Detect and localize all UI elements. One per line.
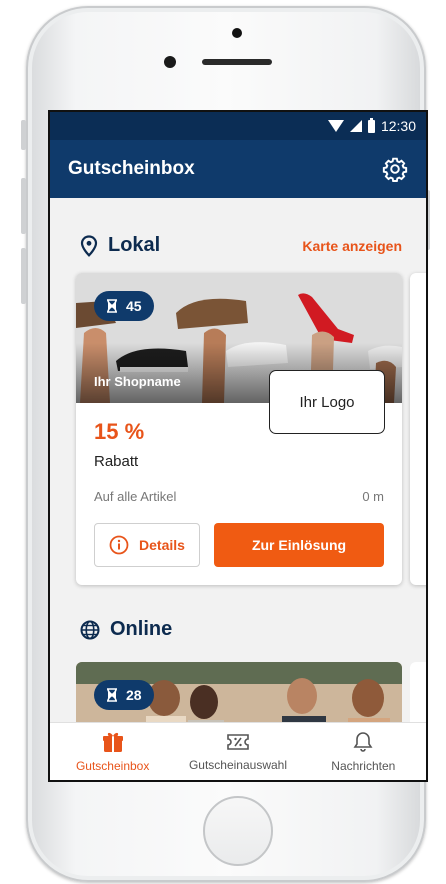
app-title: Gutscheinbox <box>68 158 195 179</box>
bell-icon <box>353 731 373 752</box>
proximity-sensor <box>164 56 176 68</box>
nav-gutscheinauswahl[interactable]: Gutscheinauswahl <box>175 723 300 780</box>
location-pin-icon <box>80 234 98 257</box>
details-label: Details <box>139 537 185 553</box>
volume-down-button <box>21 248 26 304</box>
battery-icon <box>367 117 375 133</box>
hourglass-icon <box>107 688 117 702</box>
redeem-label: Zur Einlösung <box>251 537 347 553</box>
voucher-scope: Auf alle Artikel <box>94 489 177 504</box>
logo-text: Ihr Logo <box>299 393 355 411</box>
details-button[interactable]: Details <box>94 523 200 567</box>
online-section-title: Online <box>110 618 173 640</box>
online-section-header: Online <box>50 618 426 641</box>
front-camera <box>232 28 242 38</box>
shop-logo-placeholder: Ihr Logo <box>269 370 385 434</box>
mute-switch <box>21 120 26 150</box>
online-section: Online 28 <box>50 618 426 724</box>
settings-gear-icon[interactable] <box>382 156 408 182</box>
hourglass-icon <box>107 299 117 313</box>
discount-label: Rabatt <box>94 453 139 470</box>
earpiece-speaker <box>202 59 272 65</box>
wifi-icon <box>327 120 344 132</box>
nav-nachrichten[interactable]: Nachrichten <box>301 723 426 780</box>
online-timer-count: 28 <box>126 687 142 703</box>
volume-up-button <box>21 178 26 234</box>
app-screen: 12:30 Gutscheinbox Lokal Karte anzeigen <box>48 110 428 782</box>
shop-name: Ihr Shopname <box>94 374 181 389</box>
show-map-link[interactable]: Karte anzeigen <box>302 238 402 254</box>
timer-badge: 45 <box>94 291 154 321</box>
local-section-header: Lokal Karte anzeigen <box>50 234 426 257</box>
nav-label-nachrichten: Nachrichten <box>331 758 396 773</box>
nav-gutscheinbox[interactable]: Gutscheinbox <box>50 723 175 780</box>
coupon-icon <box>227 733 249 750</box>
nav-label-gutscheinbox: Gutscheinbox <box>75 758 150 773</box>
signal-icon <box>349 120 362 132</box>
app-bar: Gutscheinbox <box>50 140 426 198</box>
timer-count: 45 <box>126 298 142 314</box>
bottom-navigation: Gutscheinbox Gutscheinauswahl Nachrichte… <box>50 722 426 780</box>
local-voucher-card[interactable]: 45 Ihr Shopname Ihr Logo 15 % Rabatt Auf… <box>76 273 402 585</box>
redeem-button[interactable]: Zur Einlösung <box>214 523 384 567</box>
status-bar: 12:30 <box>50 112 426 140</box>
nav-label-gutscheinauswahl: Gutscheinauswahl <box>188 757 288 772</box>
main-content: Lokal Karte anzeigen 45 Ihr Shopname Ihr… <box>50 198 426 724</box>
online-voucher-card[interactable]: 28 <box>76 662 402 724</box>
next-voucher-card[interactable] <box>410 273 426 585</box>
globe-icon <box>80 620 100 639</box>
discount-value: 15 % <box>94 419 145 444</box>
gift-icon <box>102 732 123 752</box>
info-icon <box>109 535 129 555</box>
online-timer-badge: 28 <box>94 680 154 710</box>
status-time: 12:30 <box>380 118 416 134</box>
distance: 0 m <box>362 489 384 504</box>
next-online-card[interactable] <box>410 662 426 724</box>
local-section-title: Lokal <box>108 234 161 256</box>
home-button[interactable] <box>203 796 273 866</box>
